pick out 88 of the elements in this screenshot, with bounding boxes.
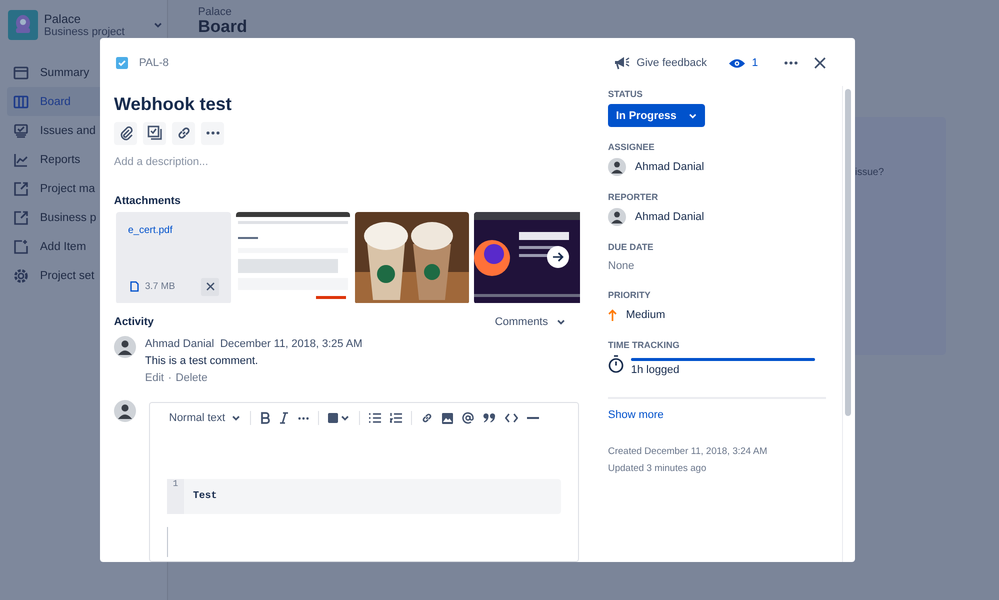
comment-author[interactable]: Ahmad Danial: [145, 338, 214, 350]
watchers-button[interactable]: 1: [724, 53, 762, 73]
field-label: STATUS: [608, 89, 644, 99]
mention-icon[interactable]: [462, 412, 474, 424]
user-name[interactable]: Ahmad Danial: [635, 161, 704, 173]
window-icon: [13, 64, 29, 80]
settings-icon: [13, 268, 29, 284]
feedback-button[interactable]: Give feedback: [610, 53, 711, 73]
panel-text: issue?: [855, 167, 884, 178]
user-name[interactable]: Ahmad Danial: [635, 211, 704, 223]
chart-icon: [13, 152, 29, 168]
columns-icon: [13, 94, 29, 110]
project-type: Business project: [44, 26, 125, 38]
paperclip-icon: [118, 125, 134, 142]
comment-action-link[interactable]: Delete: [176, 372, 208, 384]
comment-time: December 11, 2018, 3:25 AM: [220, 338, 362, 350]
field-label: DUE DATE: [608, 242, 654, 252]
issue-key[interactable]: PAL-8: [139, 56, 169, 69]
stopwatch-icon: [608, 355, 624, 373]
numbered-list-icon[interactable]: [390, 412, 402, 424]
checkbox-icon: [116, 56, 128, 69]
comment-text: This is a test comment.: [145, 355, 260, 367]
code-icon[interactable]: [505, 413, 518, 423]
delete-button[interactable]: [201, 278, 219, 296]
file-size: 3.7 MB: [145, 281, 176, 292]
text-color-icon[interactable]: [328, 413, 350, 423]
line-number: 1: [167, 479, 184, 514]
breadcrumb[interactable]: Palace: [198, 6, 999, 18]
avatar: [114, 400, 136, 422]
comment-action-link[interactable]: Edit: [145, 372, 164, 384]
megaphone-icon: [614, 56, 630, 70]
checklist-icon: [146, 125, 162, 142]
link-icon[interactable]: [421, 412, 434, 424]
file-card[interactable]: e_cert.pdf 3.7 MB: [116, 212, 231, 303]
avatar: [114, 336, 136, 358]
text-style-dropdown[interactable]: Normal text: [167, 412, 242, 424]
add-page-icon: [13, 238, 29, 254]
status-dropdown[interactable]: In Progress: [608, 104, 705, 127]
chevron-down-icon: [231, 413, 242, 423]
nav-item[interactable]: Issues and: [7, 116, 157, 145]
eye-icon: [728, 58, 745, 68]
image-icon[interactable]: [442, 412, 454, 424]
monitor-icon: [13, 122, 29, 138]
more-icon: [206, 131, 220, 136]
external-link-icon: [13, 180, 29, 196]
project-name: Palace: [44, 12, 82, 26]
close-icon: [206, 282, 214, 292]
created-date: Created December 11, 2018, 3:24 AM: [608, 446, 768, 457]
document-icon: [130, 281, 139, 292]
code-line: Test: [193, 491, 218, 502]
project-logo-icon: [8, 10, 38, 40]
updated-date: Updated 3 minutes ago: [608, 463, 708, 474]
more-icon[interactable]: [298, 416, 310, 420]
bold-icon[interactable]: [260, 412, 270, 424]
comment-editor[interactable]: Normal text 1 Test: [149, 402, 579, 562]
field-value[interactable]: None: [608, 257, 830, 275]
show-more-link[interactable]: Show more: [608, 409, 830, 421]
more-icon: [784, 61, 798, 65]
divider-icon[interactable]: [527, 417, 540, 419]
subtask-button[interactable]: [143, 122, 166, 145]
code-block[interactable]: 1 Test: [167, 479, 561, 514]
page-title: Board: [198, 18, 248, 36]
attach-button[interactable]: [114, 122, 137, 145]
separator: ·: [168, 372, 172, 384]
quote-icon[interactable]: [483, 413, 496, 423]
file-name[interactable]: e_cert.pdf: [128, 224, 219, 236]
section-heading: Attachments: [114, 194, 182, 207]
link-button[interactable]: [172, 122, 195, 145]
chevron-down-icon[interactable]: [152, 20, 163, 30]
bullet-list-icon[interactable]: [369, 413, 382, 423]
field-label: REPORTER: [608, 192, 660, 202]
field-label: ASSIGNEE: [608, 142, 656, 152]
field-label: PRIORITY: [608, 290, 652, 300]
italic-icon[interactable]: [279, 412, 290, 424]
close-icon: [814, 57, 826, 69]
section-heading: Activity: [114, 316, 154, 328]
avatar: [608, 208, 626, 226]
more-button[interactable]: [201, 122, 224, 145]
filter-dropdown[interactable]: Comments: [494, 316, 566, 328]
field-label: TIME TRACKING: [608, 340, 680, 350]
field-value[interactable]: Medium: [626, 309, 666, 321]
avatar: [608, 158, 626, 176]
external-link-icon: [13, 210, 29, 226]
arrow-right-icon: [552, 252, 564, 262]
arrow-up-icon: [608, 309, 617, 321]
chevron-down-icon: [556, 317, 566, 327]
time-logged: 1h logged: [631, 364, 680, 376]
link-icon: [176, 125, 192, 142]
